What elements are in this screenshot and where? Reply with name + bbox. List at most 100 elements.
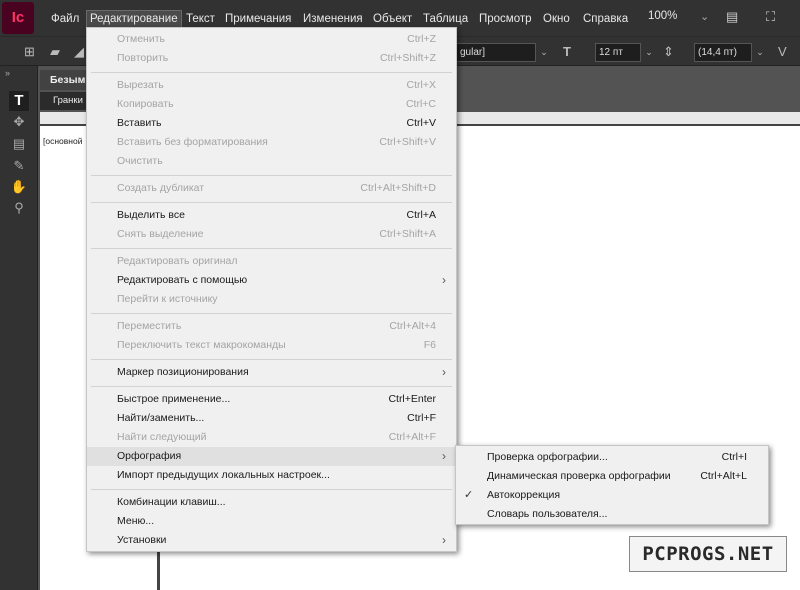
menu-item-shortcut: Ctrl+Alt+4 — [389, 320, 436, 332]
menu-item-select-all[interactable]: Выделить все Ctrl+A — [87, 206, 456, 225]
menu-separator — [91, 175, 452, 176]
menu-item-go-to-source[interactable]: Перейти к источнику — [87, 290, 456, 309]
menu-item-shortcut: Ctrl+F — [407, 412, 436, 424]
zoom-icon[interactable]: ⚲ — [9, 198, 29, 218]
menu-separator — [91, 313, 452, 314]
spelling-submenu: Проверка орфографии... Ctrl+I Динамическ… — [455, 445, 769, 525]
menu-item-label: Переместить — [117, 320, 182, 332]
submenu-item-autocorrect[interactable]: ✓ Автокоррекция — [456, 486, 768, 505]
menu-separator — [91, 386, 452, 387]
menu-item-label: Найти/заменить... — [117, 412, 205, 424]
menu-item-shortcut: Ctrl+Shift+Z — [379, 52, 436, 64]
frame-label: [основной — [43, 136, 83, 146]
menu-item-cut[interactable]: Вырезать Ctrl+X — [87, 76, 456, 95]
menu-view[interactable]: Просмотр — [476, 10, 535, 28]
menu-item-label: Орфография — [117, 450, 182, 462]
menu-notes[interactable]: Примечания — [222, 10, 294, 28]
menu-item-duplicate[interactable]: Создать дубликат Ctrl+Alt+Shift+D — [87, 179, 456, 198]
menu-table[interactable]: Таблица — [420, 10, 471, 28]
menu-item-find-next[interactable]: Найти следующий Ctrl+Alt+F — [87, 428, 456, 447]
chevron-down-icon[interactable]: ⌄ — [700, 10, 709, 23]
type-tool-icon[interactable]: T — [9, 91, 29, 111]
submenu-item-check-spelling[interactable]: Проверка орфографии... Ctrl+I — [456, 448, 768, 467]
menu-file[interactable]: Файл — [48, 10, 82, 28]
menu-item-toggle-macro-text[interactable]: Переключить текст макрокоманды F6 — [87, 336, 456, 355]
menu-item-find-replace[interactable]: Найти/заменить... Ctrl+F — [87, 409, 456, 428]
menu-item-label: Комбинации клавиш... — [117, 496, 226, 508]
submenu-item-user-dictionary[interactable]: Словарь пользователя... — [456, 505, 768, 524]
menu-item-label: Словарь пользователя... — [487, 508, 608, 520]
menu-item-deselect-all[interactable]: Снять выделение Ctrl+Shift+A — [87, 225, 456, 244]
folder-icon[interactable]: ▰ — [50, 44, 60, 60]
menu-item-shortcut: Ctrl+A — [406, 209, 436, 221]
menu-item-menus[interactable]: Меню... — [87, 512, 456, 531]
hand-icon[interactable]: ✋ — [9, 177, 29, 197]
check-icon: ✓ — [464, 489, 474, 501]
menu-item-copy[interactable]: Копировать Ctrl+C — [87, 95, 456, 114]
tracking-icon: V — [778, 44, 787, 59]
arrange-documents-icon[interactable]: ⛶ — [766, 9, 775, 25]
chevron-down-icon[interactable]: ⌄ — [642, 43, 656, 62]
cloud-icon[interactable]: ◢ — [74, 44, 84, 60]
menu-help[interactable]: Справка — [580, 10, 631, 28]
menu-item-position-marker[interactable]: Маркер позиционирования › — [87, 363, 456, 382]
menu-object[interactable]: Объект — [370, 10, 415, 28]
menu-item-shortcut: Ctrl+Z — [407, 33, 436, 45]
menu-item-label: Переключить текст макрокоманды — [117, 339, 286, 351]
collapse-icon[interactable]: » — [5, 68, 10, 78]
menu-item-edit-with[interactable]: Редактировать с помощью › — [87, 271, 456, 290]
font-style-field[interactable]: gular] — [456, 43, 536, 62]
menu-item-label: Проверка орфографии... — [487, 451, 608, 463]
chevron-right-icon: › — [442, 449, 446, 463]
new-frame-icon[interactable]: ⊞ — [24, 44, 35, 60]
watermark: PCPROGS.NET — [629, 536, 787, 572]
app-logo: Ic — [2, 2, 34, 34]
menu-item-label: Найти следующий — [117, 431, 207, 443]
menu-separator — [91, 489, 452, 490]
menu-item-label: Создать дубликат — [117, 182, 205, 194]
submenu-item-dynamic-spelling[interactable]: Динамическая проверка орфографии Ctrl+Al… — [456, 467, 768, 486]
zoom-level[interactable]: 100% — [648, 10, 677, 22]
font-size-field[interactable]: 12 пт — [595, 43, 641, 62]
eyedropper-icon[interactable]: ✎ — [9, 156, 29, 176]
position-tool-icon[interactable]: ✥ — [9, 112, 29, 132]
menu-item-label: Быстрое применение... — [117, 393, 231, 405]
menu-item-paste-without-formatting[interactable]: Вставить без форматирования Ctrl+Shift+V — [87, 133, 456, 152]
column-edge — [157, 552, 160, 590]
menu-item-shortcut: Ctrl+Alt+F — [388, 431, 436, 443]
chevron-right-icon: › — [442, 365, 446, 379]
note-tool-icon[interactable]: ▤ — [9, 134, 29, 154]
screen-mode-icon[interactable]: ▤ — [726, 9, 738, 25]
menu-item-label: Импорт предыдущих локальных настроек... — [117, 469, 330, 481]
menu-item-label: Очистить — [117, 155, 163, 167]
leading-icon: ⇕ — [663, 44, 674, 59]
menu-changes[interactable]: Изменения — [300, 10, 366, 28]
chevron-down-icon[interactable]: ⌄ — [753, 43, 767, 62]
menu-edit[interactable]: Редактирование — [86, 10, 182, 28]
menu-item-import-settings[interactable]: Импорт предыдущих локальных настроек... — [87, 466, 456, 485]
menu-item-label: Перейти к источнику — [117, 293, 218, 305]
leading-field[interactable]: (14,4 пт) — [694, 43, 752, 62]
menu-item-edit-original[interactable]: Редактировать оригинал — [87, 252, 456, 271]
chevron-right-icon: › — [442, 533, 446, 547]
menu-item-label: Динамическая проверка орфографии — [487, 470, 671, 482]
tools-panel: » T ✥ ▤ ✎ ✋ ⚲ — [0, 66, 38, 590]
menu-item-label: Редактировать с помощью — [117, 274, 248, 286]
font-size-icon: T — [563, 44, 571, 59]
menu-item-label: Вставить — [117, 117, 162, 129]
menu-item-paste[interactable]: Вставить Ctrl+V — [87, 114, 456, 133]
galley-view-tab[interactable]: Гранки — [40, 92, 92, 110]
menu-item-spelling[interactable]: Орфография › — [87, 447, 456, 466]
menu-item-quick-apply[interactable]: Быстрое применение... Ctrl+Enter — [87, 390, 456, 409]
menu-item-shortcut: Ctrl+X — [406, 79, 436, 91]
chevron-down-icon[interactable]: ⌄ — [537, 43, 551, 62]
menu-item-keyboard-shortcuts[interactable]: Комбинации клавиш... — [87, 493, 456, 512]
menu-window[interactable]: Окно — [540, 10, 573, 28]
menu-item-preferences[interactable]: Установки › — [87, 531, 456, 550]
menu-item-move[interactable]: Переместить Ctrl+Alt+4 — [87, 317, 456, 336]
menu-item-clear[interactable]: Очистить — [87, 152, 456, 171]
menu-item-redo[interactable]: Повторить Ctrl+Shift+Z — [87, 49, 456, 68]
edit-menu: Отменить Ctrl+Z Повторить Ctrl+Shift+Z В… — [86, 27, 457, 552]
menu-type[interactable]: Текст — [183, 10, 218, 28]
menu-item-undo[interactable]: Отменить Ctrl+Z — [87, 30, 456, 49]
